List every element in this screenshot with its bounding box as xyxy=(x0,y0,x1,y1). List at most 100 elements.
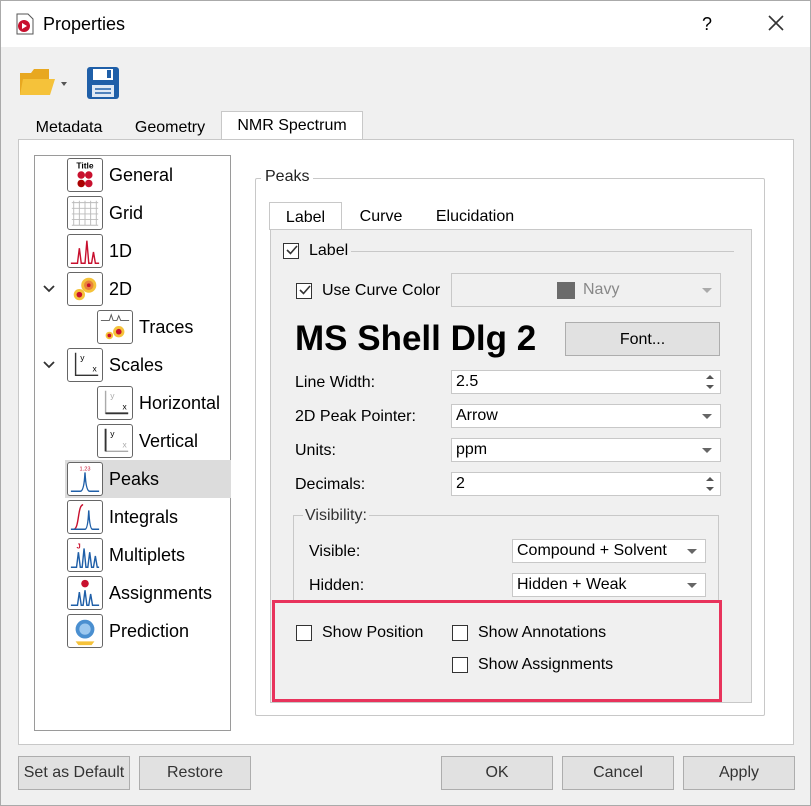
restore-button[interactable]: Restore xyxy=(139,756,251,790)
peak-pointer-value: Arrow xyxy=(456,407,498,424)
tree-label: Horizontal xyxy=(139,393,221,413)
color-value: Navy xyxy=(583,281,620,298)
tree-label: Vertical xyxy=(139,431,199,451)
prediction-icon xyxy=(67,614,103,648)
tree-label: General xyxy=(109,165,174,185)
tab-metadata[interactable]: Metadata xyxy=(19,113,119,141)
label-checkbox[interactable] xyxy=(283,243,299,259)
check-icon xyxy=(286,245,298,255)
decimals-spinbox[interactable]: 2 xyxy=(451,472,721,496)
tree-item-assignments[interactable]: Assignments xyxy=(67,574,227,612)
tree-item-peaks[interactable]: 1.23 Peaks xyxy=(65,460,231,498)
multiplets-icon: J xyxy=(67,538,103,572)
chevron-down-icon xyxy=(687,549,697,554)
color-swatch xyxy=(557,282,575,299)
apply-button[interactable]: Apply xyxy=(683,756,795,790)
title-icon: Title xyxy=(67,158,103,192)
curve-color-select[interactable]: Navy xyxy=(451,273,721,307)
highlight-box xyxy=(272,600,722,702)
folder-icon[interactable] xyxy=(19,67,75,99)
tree-item-2d[interactable]: 2D xyxy=(67,270,227,308)
peaks-icon: 1.23 xyxy=(67,462,103,496)
spectrum-2d-icon xyxy=(67,272,103,306)
tab-elucidation[interactable]: Elucidation xyxy=(420,202,530,230)
horizontal-scale-icon: y x xyxy=(97,386,133,420)
floppy-disk-icon[interactable] xyxy=(85,65,121,101)
tree-label: 2D xyxy=(109,279,133,299)
cancel-button[interactable]: Cancel xyxy=(562,756,674,790)
toolbar xyxy=(1,47,810,111)
decimals-value: 2 xyxy=(456,475,465,492)
assignments-icon xyxy=(67,576,103,610)
tree-item-1d[interactable]: 1D xyxy=(67,232,227,270)
line-width-value: 2.5 xyxy=(456,373,479,390)
units-value: ppm xyxy=(456,441,488,458)
tree-label: Grid xyxy=(109,203,144,223)
tab-label[interactable]: Label xyxy=(269,202,342,230)
spectrum-1d-icon xyxy=(67,234,103,268)
peak-pointer-select[interactable]: Arrow xyxy=(451,404,721,428)
svg-text:y: y xyxy=(110,390,115,400)
tree-item-traces[interactable]: Traces xyxy=(97,308,227,346)
tree-item-integrals[interactable]: Integrals xyxy=(67,498,227,536)
peaks-group-title: Peaks xyxy=(261,168,314,186)
tree-item-vertical[interactable]: y x Vertical xyxy=(97,422,227,460)
svg-text:Title: Title xyxy=(76,160,94,170)
font-preview: MS Shell Dlg 2 xyxy=(295,319,537,358)
tree-item-general[interactable]: Title General xyxy=(67,156,227,194)
spin-down-icon[interactable] xyxy=(706,487,714,491)
spin-up-icon[interactable] xyxy=(706,477,714,481)
tree-label: Scales xyxy=(109,355,164,375)
visible-value: Compound + Solvent xyxy=(517,542,667,559)
tab-nmr-spectrum[interactable]: NMR Spectrum xyxy=(221,111,363,141)
traces-icon xyxy=(97,310,133,344)
tree-label: Assignments xyxy=(109,583,213,603)
label-checkbox-text: Label xyxy=(309,242,349,259)
tree-label: Multiplets xyxy=(109,545,186,565)
font-button[interactable]: Font... xyxy=(565,322,720,356)
svg-text:x: x xyxy=(93,364,98,374)
close-icon[interactable] xyxy=(763,10,789,36)
vertical-scale-icon: y x xyxy=(97,424,133,458)
chevron-down-icon[interactable] xyxy=(42,284,56,294)
tree-label: 1D xyxy=(109,241,133,261)
tree-label: Prediction xyxy=(109,621,190,641)
svg-text:y: y xyxy=(110,428,115,438)
hidden-value: Hidden + Weak xyxy=(517,576,627,593)
tab-curve[interactable]: Curve xyxy=(342,202,420,230)
hidden-select[interactable]: Hidden + Weak xyxy=(512,573,706,597)
svg-text:y: y xyxy=(80,352,85,362)
tree-label: Integrals xyxy=(109,507,179,527)
settings-tree: Title General Grid 1D 2D Traces y x Scal… xyxy=(34,155,231,731)
hidden-label: Hidden: xyxy=(309,577,365,594)
tree-item-prediction[interactable]: Prediction xyxy=(67,612,227,650)
properties-dialog: Properties ? Metadata Geometry NMR Spect… xyxy=(0,0,811,806)
tree-item-horizontal[interactable]: y x Horizontal xyxy=(97,384,227,422)
visible-select[interactable]: Compound + Solvent xyxy=(512,539,706,563)
grid-icon xyxy=(67,196,103,230)
units-select[interactable]: ppm xyxy=(451,438,721,462)
units-label: Units: xyxy=(295,442,336,459)
title-bar: Properties ? xyxy=(1,1,810,47)
use-curve-color-label: Use Curve Color xyxy=(322,282,441,299)
visible-label: Visible: xyxy=(309,543,361,560)
svg-text:x: x xyxy=(123,440,128,450)
svg-text:x: x xyxy=(123,402,128,412)
chevron-down-icon[interactable] xyxy=(42,360,56,370)
tree-item-multiplets[interactable]: J Multiplets xyxy=(67,536,227,574)
spin-down-icon[interactable] xyxy=(706,385,714,389)
tree-item-grid[interactable]: Grid xyxy=(67,194,227,232)
chevron-down-icon xyxy=(702,448,712,453)
ok-button[interactable]: OK xyxy=(441,756,553,790)
help-button[interactable]: ? xyxy=(695,11,719,37)
line-width-label: Line Width: xyxy=(295,374,376,391)
decimals-label: Decimals: xyxy=(295,476,366,493)
svg-text:1.23: 1.23 xyxy=(80,467,91,473)
line-width-spinbox[interactable]: 2.5 xyxy=(451,370,721,394)
tree-label: Traces xyxy=(139,317,194,337)
use-curve-color-checkbox[interactable] xyxy=(296,283,312,299)
spin-up-icon[interactable] xyxy=(706,375,714,379)
tree-item-scales[interactable]: y x Scales xyxy=(67,346,227,384)
set-as-default-button[interactable]: Set as Default xyxy=(18,756,130,790)
tab-geometry[interactable]: Geometry xyxy=(119,113,221,141)
